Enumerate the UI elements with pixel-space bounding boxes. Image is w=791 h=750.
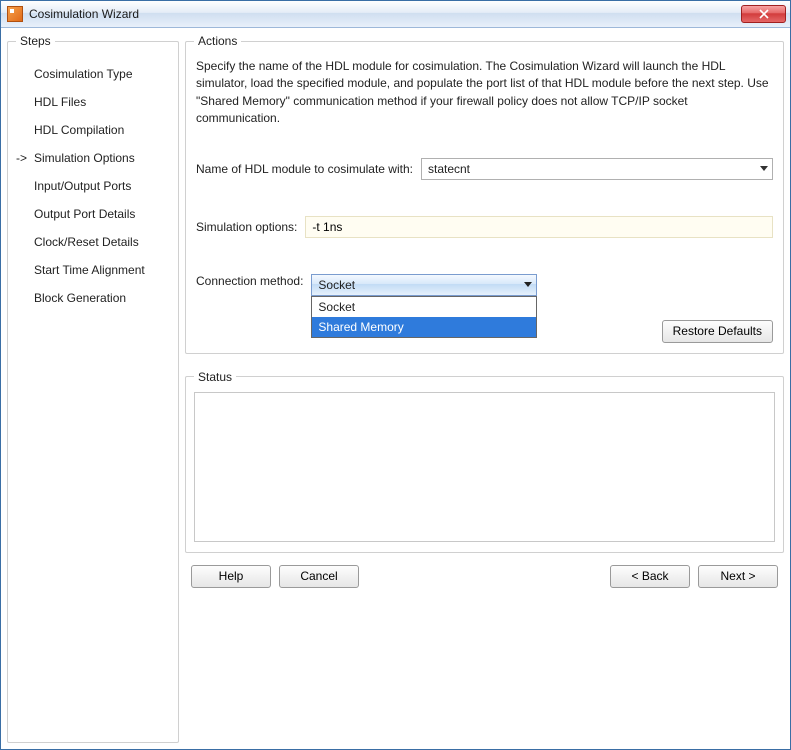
step-item[interactable]: Start Time Alignment	[16, 256, 170, 284]
step-label: Clock/Reset Details	[34, 235, 139, 249]
step-item[interactable]: Clock/Reset Details	[16, 228, 170, 256]
step-item[interactable]: Output Port Details	[16, 200, 170, 228]
next-button[interactable]: Next >	[698, 565, 778, 588]
close-button[interactable]	[741, 5, 786, 23]
close-icon	[759, 9, 769, 19]
window-title: Cosimulation Wizard	[29, 7, 741, 21]
connection-option[interactable]: Socket	[312, 297, 536, 317]
step-item[interactable]: Block Generation	[16, 284, 170, 312]
step-label: Start Time Alignment	[34, 263, 145, 277]
module-combo[interactable]: statecnt	[421, 158, 773, 180]
cancel-button[interactable]: Cancel	[279, 565, 359, 588]
step-item[interactable]: HDL Compilation	[16, 116, 170, 144]
connection-option[interactable]: Shared Memory	[312, 317, 536, 337]
main-panel: Actions Specify the name of the HDL modu…	[185, 34, 784, 743]
step-item[interactable]: Cosimulation Type	[16, 60, 170, 88]
step-item[interactable]: HDL Files	[16, 88, 170, 116]
connection-label: Connection method:	[196, 274, 303, 288]
step-label: Output Port Details	[34, 207, 135, 221]
step-item[interactable]: -> Simulation Options	[16, 144, 170, 172]
steps-legend: Steps	[16, 34, 55, 48]
status-box	[194, 392, 775, 542]
actions-fieldset: Actions Specify the name of the HDL modu…	[185, 34, 784, 354]
connection-row: Connection method: Socket SocketShared M…	[196, 274, 773, 296]
connection-combo[interactable]: Socket	[311, 274, 537, 296]
step-label: Input/Output Ports	[34, 179, 131, 193]
footer-left: Help Cancel	[191, 565, 359, 588]
steps-panel: Steps Cosimulation Type HDL Files HDL Comp…	[7, 34, 179, 743]
help-button[interactable]: Help	[191, 565, 271, 588]
step-item[interactable]: Input/Output Ports	[16, 172, 170, 200]
steps-list: Cosimulation Type HDL Files HDL Compilatio…	[16, 54, 170, 312]
step-current-arrow-icon: ->	[16, 151, 30, 165]
steps-fieldset: Steps Cosimulation Type HDL Files HDL Comp…	[7, 34, 179, 743]
sim-opts-input[interactable]	[305, 216, 773, 238]
restore-defaults-button[interactable]: Restore Defaults	[662, 320, 773, 343]
sim-opts-row: Simulation options:	[196, 216, 773, 238]
status-section: Status	[185, 370, 784, 553]
status-fieldset: Status	[185, 370, 784, 553]
chevron-down-icon	[760, 166, 768, 171]
actions-description: Specify the name of the HDL module for c…	[194, 54, 775, 140]
chevron-down-icon	[524, 282, 532, 287]
step-label: Cosimulation Type	[34, 67, 133, 81]
module-label: Name of HDL module to cosimulate with:	[196, 162, 413, 176]
connection-combo-wrap: Socket SocketShared Memory	[311, 274, 537, 296]
status-legend: Status	[194, 370, 236, 384]
module-value: statecnt	[428, 162, 470, 176]
back-button[interactable]: < Back	[610, 565, 690, 588]
step-label: HDL Compilation	[34, 123, 124, 137]
titlebar[interactable]: Cosimulation Wizard	[1, 1, 790, 28]
app-icon	[7, 6, 23, 22]
step-label: Block Generation	[34, 291, 126, 305]
actions-legend: Actions	[194, 34, 241, 48]
footer: Help Cancel < Back Next >	[185, 559, 784, 594]
connection-value: Socket	[318, 278, 355, 292]
sim-opts-label: Simulation options:	[196, 220, 297, 234]
body: Steps Cosimulation Type HDL Files HDL Comp…	[1, 28, 790, 749]
step-label: Simulation Options	[34, 151, 135, 165]
step-label: HDL Files	[34, 95, 86, 109]
connection-dropdown[interactable]: SocketShared Memory	[311, 296, 537, 338]
footer-right: < Back Next >	[610, 565, 778, 588]
cosimulation-wizard-window: Cosimulation Wizard Steps Cosimulation T…	[0, 0, 791, 750]
module-row: Name of HDL module to cosimulate with: s…	[196, 158, 773, 180]
